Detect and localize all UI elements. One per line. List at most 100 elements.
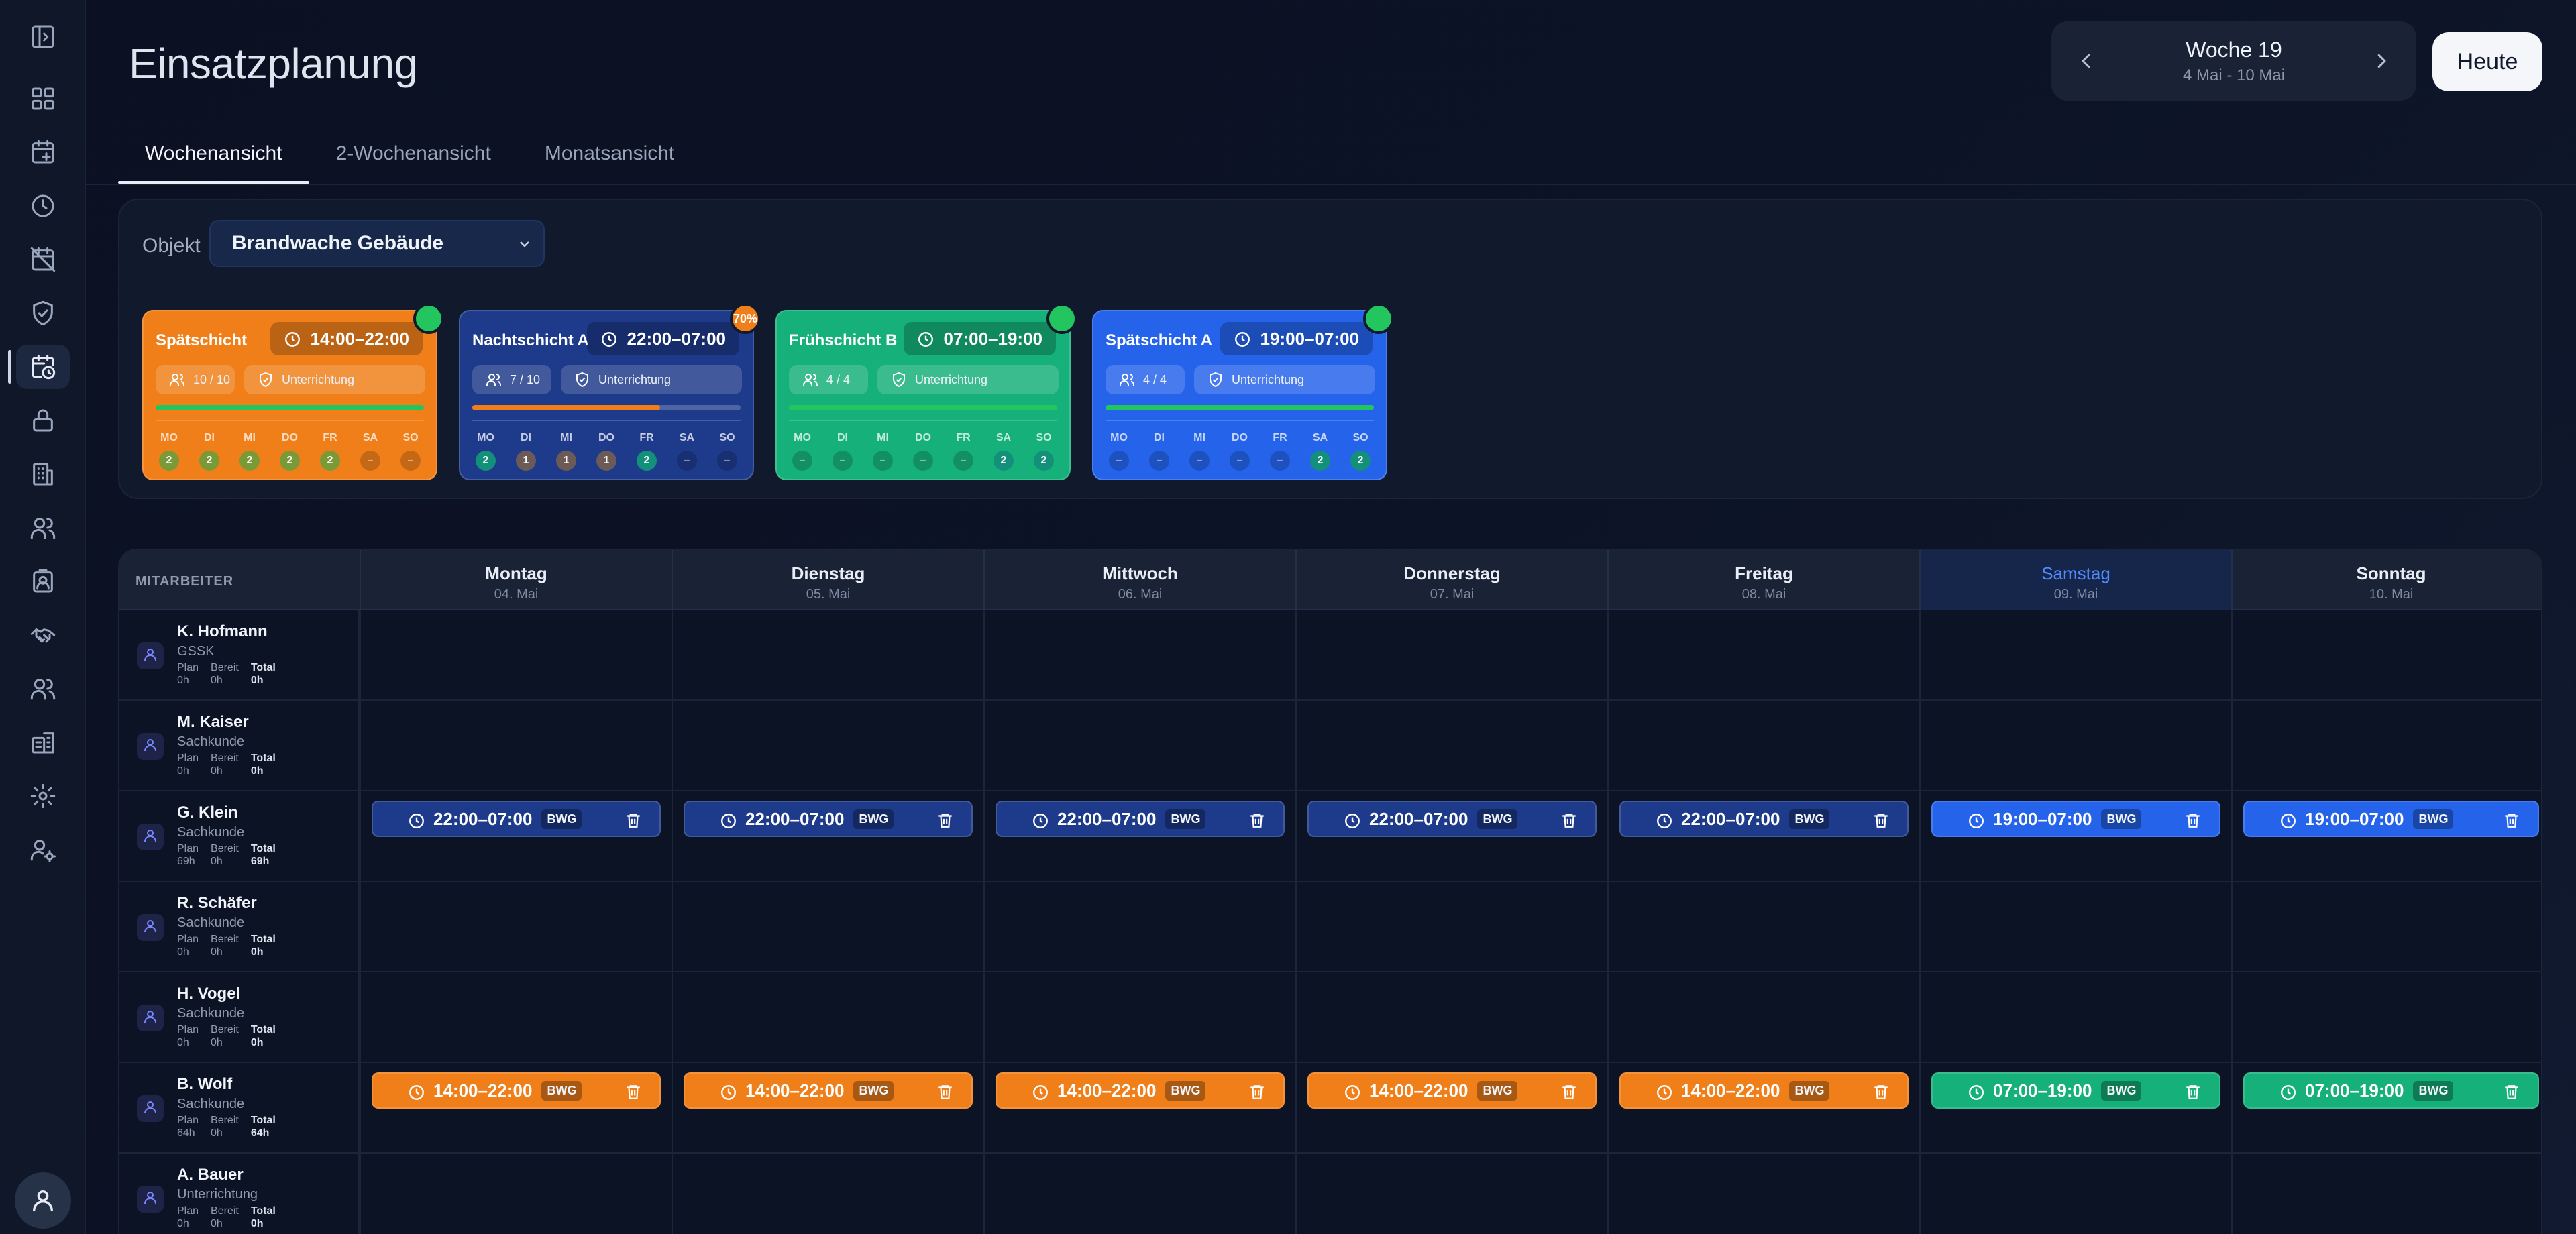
schedule-cell[interactable]: 07:00–19:00 BWG (1919, 1063, 2231, 1154)
gear-icon[interactable] (16, 774, 70, 818)
schedule-cell[interactable] (1295, 972, 1607, 1063)
trash-icon[interactable] (1560, 811, 1578, 829)
assigned-shift[interactable]: 22:00–07:00 BWG (1307, 801, 1597, 837)
schedule-cell[interactable] (1295, 701, 1607, 791)
shift-template-card[interactable]: Spätschicht 14:00–22:00 10 / 10 Unterrichtu… (142, 303, 444, 480)
schedule-cell[interactable] (2231, 972, 2541, 1063)
schedule-cell[interactable] (1919, 610, 2231, 701)
schedule-cell[interactable] (672, 972, 983, 1063)
trash-icon[interactable] (625, 811, 642, 829)
user-avatar[interactable] (15, 1172, 71, 1229)
employee-cell[interactable]: B. Wolf Sachkunde Plan 64h Bereit 0h Total 64h (119, 1063, 360, 1154)
lock-icon[interactable] (16, 398, 70, 443)
schedule-cell[interactable] (1607, 882, 1919, 972)
schedule-cell[interactable]: 22:00–07:00 BWG (672, 791, 983, 882)
object-select[interactable]: Brandwache Gebäude (209, 220, 545, 267)
assigned-shift[interactable]: 14:00–22:00 BWG (372, 1072, 661, 1109)
schedule-cell[interactable]: 19:00–07:00 BWG (1919, 791, 2231, 882)
schedule-cell[interactable] (360, 701, 672, 791)
users-icon[interactable] (16, 506, 70, 550)
assigned-shift[interactable]: 22:00–07:00 BWG (684, 801, 973, 837)
schedule-cell[interactable] (672, 882, 983, 972)
shift-template-card[interactable]: Nachtschicht A 22:00–07:00 7 / 10 Unterrich… (459, 303, 761, 480)
trash-icon[interactable] (1872, 1083, 1890, 1101)
next-week-button[interactable] (2367, 46, 2396, 76)
schedule-cell[interactable] (360, 610, 672, 701)
schedule-cell[interactable]: 14:00–22:00 BWG (360, 1063, 672, 1154)
employee-cell[interactable]: A. Bauer Unterrichtung Plan 0h Bereit 0h Total… (119, 1154, 360, 1234)
assigned-shift[interactable]: 22:00–07:00 BWG (372, 801, 661, 837)
trash-icon[interactable] (1248, 811, 1266, 829)
schedule-cell[interactable] (360, 882, 672, 972)
tab-wochenansicht[interactable]: Wochenansicht (118, 131, 309, 184)
tab-2-wochenansicht[interactable]: 2-Wochenansicht (309, 131, 518, 184)
schedule-cell[interactable] (1295, 610, 1607, 701)
schedule-cell[interactable] (1919, 1154, 2231, 1234)
team-icon[interactable] (16, 667, 70, 711)
assigned-shift[interactable]: 22:00–07:00 BWG (996, 801, 1285, 837)
employee-cell[interactable]: G. Klein Sachkunde Plan 69h Bereit 0h Total 69h (119, 791, 360, 882)
user-settings-icon[interactable] (16, 828, 70, 872)
assigned-shift[interactable]: 19:00–07:00 BWG (1931, 801, 2220, 837)
schedule-cell[interactable] (1607, 972, 1919, 1063)
tab-monatsansicht[interactable]: Monatsansicht (518, 131, 701, 184)
schedule-cell[interactable] (360, 1154, 672, 1234)
trash-icon[interactable] (625, 1083, 642, 1101)
assigned-shift[interactable]: 07:00–19:00 BWG (1931, 1072, 2220, 1109)
clock-icon[interactable] (16, 184, 70, 228)
calendar-plus-icon[interactable] (16, 130, 70, 174)
shift-template-card[interactable]: Spätschicht A 19:00–07:00 4 / 4 Unterrichtu… (1092, 303, 1394, 480)
schedule-cell[interactable] (2231, 610, 2541, 701)
shift-template-card[interactable]: Frühschicht B 07:00–19:00 4 / 4 Unterrichtu… (775, 303, 1077, 480)
assigned-shift[interactable]: 22:00–07:00 BWG (1619, 801, 1909, 837)
schedule-cell[interactable] (983, 610, 1295, 701)
assigned-shift[interactable]: 14:00–22:00 BWG (1619, 1072, 1909, 1109)
today-button[interactable]: Heute (2432, 32, 2542, 91)
schedule-cell[interactable] (672, 701, 983, 791)
schedule-cell[interactable] (1295, 882, 1607, 972)
trash-icon[interactable] (1872, 811, 1890, 829)
schedule-cell[interactable] (672, 610, 983, 701)
schedule-cell[interactable] (1607, 1154, 1919, 1234)
schedule-cell[interactable]: 14:00–22:00 BWG (1607, 1063, 1919, 1154)
previous-week-button[interactable] (2072, 46, 2101, 76)
schedule-cell[interactable]: 07:00–19:00 BWG (2231, 1063, 2541, 1154)
trash-icon[interactable] (2503, 1083, 2520, 1101)
trash-icon[interactable] (936, 811, 954, 829)
schedule-cell[interactable]: 22:00–07:00 BWG (1295, 791, 1607, 882)
trash-icon[interactable] (2184, 1083, 2202, 1101)
schedule-cell[interactable] (1919, 882, 2231, 972)
schedule-cell[interactable] (983, 882, 1295, 972)
schedule-cell[interactable] (1607, 701, 1919, 791)
assigned-shift[interactable]: 19:00–07:00 BWG (2243, 801, 2539, 837)
employee-cell[interactable]: R. Schäfer Sachkunde Plan 0h Bereit 0h Total 0h (119, 882, 360, 972)
employee-cell[interactable]: M. Kaiser Sachkunde Plan 0h Bereit 0h Total 0h (119, 701, 360, 791)
trash-icon[interactable] (2503, 811, 2520, 829)
building-icon[interactable] (16, 452, 70, 496)
trash-icon[interactable] (2184, 811, 2202, 829)
dashboard-icon[interactable] (16, 76, 70, 121)
trash-icon[interactable] (936, 1083, 954, 1101)
handshake-icon[interactable] (16, 613, 70, 657)
employee-cell[interactable]: H. Vogel Sachkunde Plan 0h Bereit 0h Total 0h (119, 972, 360, 1063)
trash-icon[interactable] (1248, 1083, 1266, 1101)
calendar-off-icon[interactable] (16, 237, 70, 282)
schedule-cell[interactable]: 22:00–07:00 BWG (983, 791, 1295, 882)
schedule-cell[interactable]: 19:00–07:00 BWG (2231, 791, 2541, 882)
schedule-cell[interactable]: 22:00–07:00 BWG (1607, 791, 1919, 882)
schedule-cell[interactable] (2231, 1154, 2541, 1234)
schedule-cell[interactable] (983, 701, 1295, 791)
schedule-cell[interactable] (360, 972, 672, 1063)
id-badge-icon[interactable] (16, 559, 70, 604)
assigned-shift[interactable]: 14:00–22:00 BWG (996, 1072, 1285, 1109)
employee-cell[interactable]: K. Hofmann GSSK Plan 0h Bereit 0h Total 0h (119, 610, 360, 701)
schedule-cell[interactable]: 14:00–22:00 BWG (672, 1063, 983, 1154)
schedule-cell[interactable]: 14:00–22:00 BWG (1295, 1063, 1607, 1154)
assigned-shift[interactable]: 14:00–22:00 BWG (1307, 1072, 1597, 1109)
assigned-shift[interactable]: 14:00–22:00 BWG (684, 1072, 973, 1109)
schedule-cell[interactable] (983, 972, 1295, 1063)
schedule-cell[interactable] (672, 1154, 983, 1234)
schedule-cell[interactable] (1607, 610, 1919, 701)
schedule-cell[interactable] (2231, 882, 2541, 972)
calendar-clock-icon[interactable] (8, 345, 70, 389)
